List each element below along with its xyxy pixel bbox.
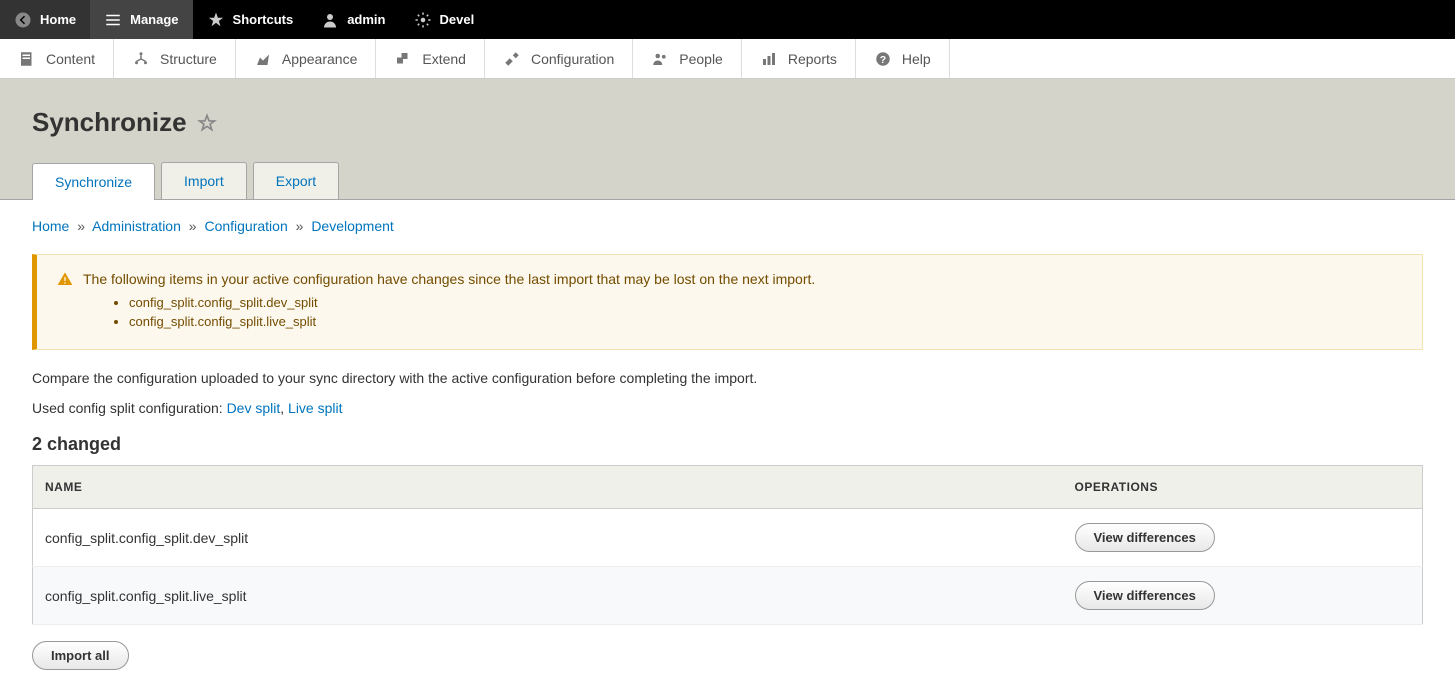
hamburger-icon [104, 11, 122, 29]
primary-tabs: Synchronize Import Export [32, 162, 1423, 199]
menu-reports[interactable]: Reports [742, 39, 856, 78]
breadcrumb-development[interactable]: Development [311, 218, 394, 234]
breadcrumb-home[interactable]: Home [32, 218, 69, 234]
import-all-button[interactable]: Import all [32, 641, 129, 670]
col-name: NAME [33, 466, 1063, 509]
home-link[interactable]: Home [0, 0, 90, 39]
menu-appearance-label: Appearance [282, 51, 358, 67]
manage-link[interactable]: Manage [90, 0, 192, 39]
dev-split-link[interactable]: Dev split [227, 400, 281, 416]
user-icon [321, 11, 339, 29]
tab-import[interactable]: Import [161, 162, 247, 199]
svg-text:?: ? [880, 53, 886, 65]
col-operations: OPERATIONS [1063, 466, 1423, 509]
menu-people[interactable]: People [633, 39, 742, 78]
warning-item: config_split.config_split.live_split [129, 314, 1406, 329]
changed-table: NAME OPERATIONS config_split.config_spli… [32, 465, 1423, 625]
menu-people-label: People [679, 51, 723, 67]
menu-reports-label: Reports [788, 51, 837, 67]
extend-icon [394, 50, 412, 68]
view-differences-button[interactable]: View differences [1075, 581, 1215, 610]
home-label: Home [40, 12, 76, 27]
content-region: Home » Administration » Configuration » … [0, 200, 1455, 688]
help-icon: ? [874, 50, 892, 68]
devel-link[interactable]: Devel [400, 0, 489, 39]
structure-icon [132, 50, 150, 68]
tab-synchronize[interactable]: Synchronize [32, 163, 155, 200]
view-differences-button[interactable]: View differences [1075, 523, 1215, 552]
tab-export[interactable]: Export [253, 162, 339, 199]
menu-extend[interactable]: Extend [376, 39, 485, 78]
gear-icon [414, 11, 432, 29]
breadcrumb-sep: » [77, 218, 85, 234]
shortcuts-link[interactable]: Shortcuts [193, 0, 308, 39]
warning-icon [57, 271, 73, 287]
live-split-link[interactable]: Live split [288, 400, 342, 416]
breadcrumb-sep: » [296, 218, 304, 234]
menu-configuration[interactable]: Configuration [485, 39, 633, 78]
breadcrumb: Home » Administration » Configuration » … [32, 218, 1423, 234]
config-name-cell: config_split.config_split.live_split [33, 567, 1063, 625]
compare-description: Compare the configuration uploaded to yo… [32, 370, 1423, 386]
admin-menu: Content Structure Appearance Extend Conf… [0, 39, 1455, 79]
changed-heading: 2 changed [32, 434, 1423, 455]
user-label: admin [347, 12, 385, 27]
menu-extend-label: Extend [422, 51, 466, 67]
breadcrumb-administration[interactable]: Administration [92, 218, 181, 234]
menu-structure-label: Structure [160, 51, 217, 67]
menu-configuration-label: Configuration [531, 51, 614, 67]
menu-content[interactable]: Content [0, 39, 114, 78]
menu-help[interactable]: ? Help [856, 39, 950, 78]
config-name-cell: config_split.config_split.dev_split [33, 509, 1063, 567]
menu-structure[interactable]: Structure [114, 39, 236, 78]
table-row: config_split.config_split.live_split Vie… [33, 567, 1423, 625]
user-link[interactable]: admin [307, 0, 399, 39]
page-title: Synchronize [32, 107, 1423, 138]
warning-list: config_split.config_split.dev_split conf… [129, 295, 1406, 329]
appearance-icon [254, 50, 272, 68]
menu-appearance[interactable]: Appearance [236, 39, 377, 78]
page-title-text: Synchronize [32, 107, 187, 138]
menu-content-label: Content [46, 51, 95, 67]
star-outline-icon [197, 113, 217, 133]
menu-help-label: Help [902, 51, 931, 67]
back-icon [14, 11, 32, 29]
star-icon [207, 11, 225, 29]
split-sep: , [280, 400, 288, 416]
warning-item: config_split.config_split.dev_split [129, 295, 1406, 310]
configuration-icon [503, 50, 521, 68]
content-icon [18, 50, 36, 68]
breadcrumb-sep: » [189, 218, 197, 234]
manage-label: Manage [130, 12, 178, 27]
warning-text: The following items in your active confi… [83, 271, 815, 287]
people-icon [651, 50, 669, 68]
warning-message: The following items in your active confi… [32, 254, 1423, 350]
shortcuts-label: Shortcuts [233, 12, 294, 27]
reports-icon [760, 50, 778, 68]
breadcrumb-configuration[interactable]: Configuration [204, 218, 287, 234]
toolbar-top: Home Manage Shortcuts admin Devel [0, 0, 1455, 39]
table-row: config_split.config_split.dev_split View… [33, 509, 1423, 567]
page-header: Synchronize Synchronize Import Export [0, 79, 1455, 200]
used-split-prefix: Used config split configuration: [32, 400, 227, 416]
used-split-description: Used config split configuration: Dev spl… [32, 400, 1423, 416]
devel-label: Devel [440, 12, 475, 27]
favorite-toggle[interactable] [197, 113, 217, 133]
